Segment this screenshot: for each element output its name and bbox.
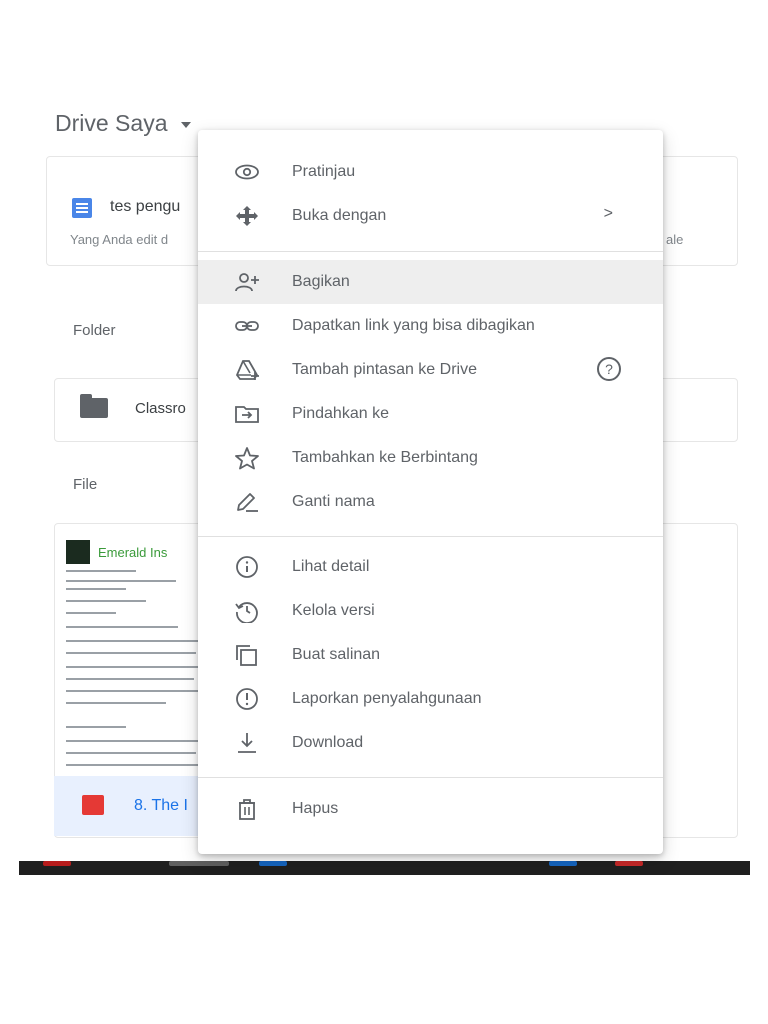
trash-icon bbox=[239, 799, 255, 820]
menu-item-label: Lihat detail bbox=[292, 558, 370, 575]
menu-divider bbox=[198, 536, 663, 537]
folder-name: Classro bbox=[135, 400, 186, 417]
menu-item-move-to[interactable]: Pindahkan ke bbox=[198, 392, 663, 436]
thumbnail-text-line bbox=[66, 570, 136, 572]
thumbnail-brand-text: Emerald Ins bbox=[98, 545, 168, 560]
menu-item-report-abuse[interactable]: Laporkan penyalahgunaan bbox=[198, 677, 663, 721]
menu-item-label: Tambahkan ke Berbintang bbox=[292, 449, 478, 466]
star-icon bbox=[235, 447, 259, 470]
menu-item-label: Download bbox=[292, 734, 364, 751]
menu-item-share[interactable]: Bagikan bbox=[198, 260, 663, 304]
thumbnail-text-line bbox=[66, 678, 194, 680]
menu-item-label: Buat salinan bbox=[292, 646, 381, 663]
rename-pencil-icon bbox=[237, 493, 258, 512]
menu-item-star[interactable]: Tambahkan ke Berbintang bbox=[198, 436, 663, 480]
taskbar-app-icon[interactable] bbox=[43, 861, 71, 866]
menu-item-label: Hapus bbox=[292, 800, 339, 817]
menu-item-label: Buka dengan bbox=[292, 207, 387, 224]
thumbnail-text-line bbox=[66, 640, 206, 642]
info-icon bbox=[236, 556, 258, 578]
menu-item-preview[interactable]: Pratinjau bbox=[198, 150, 663, 194]
menu-item-label: Ganti nama bbox=[292, 493, 375, 510]
folder-icon bbox=[80, 394, 108, 418]
file-thumbnail[interactable] bbox=[60, 530, 210, 773]
drive-title-dropdown[interactable]: Drive Saya bbox=[55, 110, 192, 137]
file-name: 8. The I bbox=[134, 797, 188, 814]
google-docs-icon bbox=[72, 198, 92, 218]
thumbnail-logo bbox=[66, 540, 90, 564]
thumbnail-text-line bbox=[66, 580, 176, 582]
menu-item-view-details[interactable]: Lihat detail bbox=[198, 545, 663, 589]
menu-item-label: Pindahkan ke bbox=[292, 405, 389, 422]
menu-item-open-with[interactable]: Buka dengan > bbox=[198, 194, 663, 238]
thumbnail-text-line bbox=[66, 652, 196, 654]
thumbnail-text-line bbox=[66, 726, 126, 728]
help-icon[interactable]: ? bbox=[597, 357, 621, 381]
thumbnail-text-line bbox=[66, 702, 166, 704]
quick-access-item-subtitle-right: ale bbox=[666, 232, 684, 247]
pdf-file-icon bbox=[82, 795, 104, 815]
taskbar-app-icon[interactable] bbox=[169, 861, 229, 866]
menu-item-delete[interactable]: Hapus bbox=[198, 787, 663, 831]
menu-item-label: Dapatkan link yang bisa dibagikan bbox=[292, 317, 535, 334]
thumbnail-text-line bbox=[66, 666, 206, 668]
menu-item-add-shortcut[interactable]: Tambah pintasan ke Drive ? bbox=[198, 348, 663, 392]
move-to-folder-icon bbox=[235, 406, 259, 423]
menu-item-make-copy[interactable]: Buat salinan bbox=[198, 633, 663, 677]
quick-access-item-name: tes pengu bbox=[110, 198, 181, 215]
thumbnail-text-line bbox=[66, 764, 206, 766]
thumbnail-text-line bbox=[66, 626, 178, 628]
menu-item-label: Laporkan penyalahgunaan bbox=[292, 690, 482, 707]
menu-item-label: Tambah pintasan ke Drive bbox=[292, 361, 477, 378]
menu-item-download[interactable]: Download bbox=[198, 721, 663, 765]
page-title: Drive Saya bbox=[55, 110, 168, 136]
download-icon bbox=[238, 733, 256, 753]
thumbnail-text-line bbox=[66, 690, 206, 692]
open-with-icon bbox=[236, 206, 258, 226]
files-section-label: File bbox=[73, 476, 98, 493]
chevron-right-icon: > bbox=[603, 205, 613, 222]
caret-down-icon bbox=[181, 122, 192, 128]
taskbar-app-icon[interactable] bbox=[259, 861, 287, 866]
quick-access-item-subtitle: Yang Anda edit d bbox=[70, 232, 169, 247]
thumbnail-text-line bbox=[66, 752, 196, 754]
eye-icon bbox=[235, 164, 259, 180]
taskbar-app-icon[interactable] bbox=[549, 861, 577, 866]
folders-section-label: Folder bbox=[73, 322, 116, 339]
drive-shortcut-icon bbox=[235, 360, 259, 380]
share-person-add-icon bbox=[235, 273, 259, 292]
taskbar bbox=[19, 861, 750, 875]
link-icon bbox=[235, 321, 259, 331]
context-menu: Pratinjau Buka dengan > Bagikan Dapatkan… bbox=[198, 130, 663, 854]
thumbnail-text-line bbox=[66, 612, 116, 614]
history-icon bbox=[235, 602, 258, 623]
menu-item-label: Bagikan bbox=[292, 273, 350, 290]
thumbnail-text-line bbox=[66, 740, 206, 742]
taskbar-app-icon[interactable] bbox=[615, 861, 643, 866]
menu-item-label: Pratinjau bbox=[292, 163, 356, 180]
thumbnail-text-line bbox=[66, 600, 146, 602]
menu-item-manage-versions[interactable]: Kelola versi bbox=[198, 589, 663, 633]
menu-item-rename[interactable]: Ganti nama bbox=[198, 480, 663, 524]
menu-item-label: Kelola versi bbox=[292, 602, 375, 619]
thumbnail-text-line bbox=[66, 588, 126, 590]
menu-divider bbox=[198, 777, 663, 778]
menu-divider bbox=[198, 251, 663, 252]
menu-item-get-link[interactable]: Dapatkan link yang bisa dibagikan bbox=[198, 304, 663, 348]
copy-icon bbox=[236, 645, 257, 666]
report-icon bbox=[236, 688, 258, 710]
